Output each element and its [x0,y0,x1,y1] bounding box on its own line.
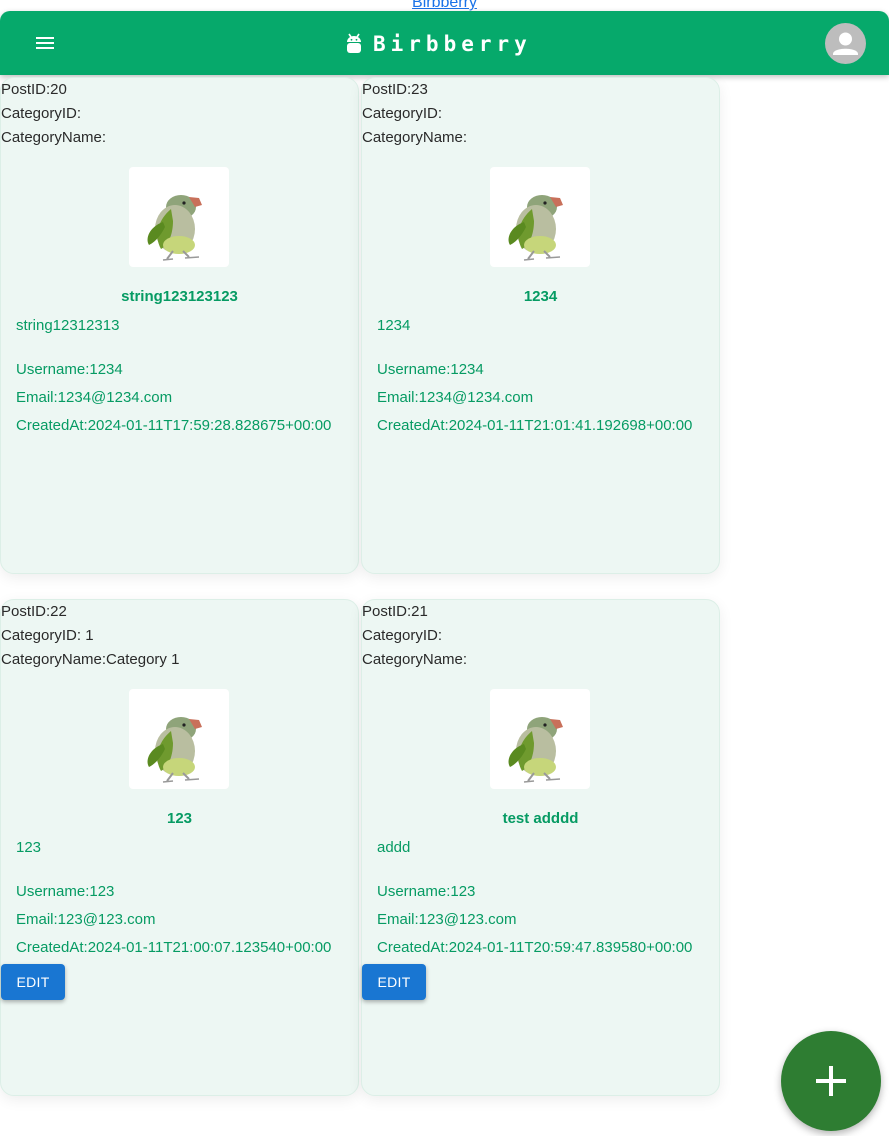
post-id: PostID:23 [362,81,428,98]
post-created-at: CreatedAt:2024-01-11T20:59:47.839580+00:… [377,939,693,956]
category-id: CategoryID: 1 [1,627,94,644]
post-body: 123 [16,839,42,856]
post-body: string12312313 [16,317,120,334]
post-created-at: CreatedAt:2024-01-11T17:59:28.828675+00:… [16,417,332,434]
post-username: Username:1234 [16,361,123,378]
post-id: PostID:20 [1,81,67,98]
post-body: 1234 [377,317,411,334]
brand: Birbberry [345,30,532,58]
post-title: 123 [166,810,193,827]
post-image [129,167,229,267]
post-card: PostID:22 CategoryID: 1 CategoryName:Cat… [0,599,359,1096]
post-image [129,689,229,789]
post-image [490,167,590,267]
post-title: 1234 [523,288,558,305]
post-username: Username:1234 [377,361,484,378]
post-created-at: CreatedAt:2024-01-11T21:00:07.123540+00:… [16,939,332,956]
category-id: CategoryID: [1,105,82,122]
post-created-at: CreatedAt:2024-01-11T21:01:41.192698+00:… [377,417,693,434]
post-card: PostID:21 CategoryID: CategoryName: test… [361,599,720,1096]
post-id: PostID:22 [1,603,67,620]
post-email: Email:123@123.com [377,911,517,928]
category-name: CategoryName: [362,129,468,146]
post-body: addd [377,839,411,856]
post-email: Email:1234@1234.com [16,389,173,406]
plus-icon[interactable] [781,1031,881,1131]
post-username: Username:123 [16,883,115,900]
post-username: Username:123 [377,883,476,900]
post-email: Email:123@123.com [16,911,156,928]
person-icon[interactable] [825,23,866,64]
category-name: CategoryName:Category 1 [1,651,180,668]
brand-title: Birbberry [373,32,532,56]
android-icon [347,33,361,53]
post-image [490,689,590,789]
menu-icon[interactable] [28,29,62,57]
category-name: CategoryName: [362,651,468,668]
post-id: PostID:21 [362,603,428,620]
post-card: PostID:23 CategoryID: CategoryName: 1234… [361,77,720,574]
category-id: CategoryID: [362,105,443,122]
edit-button[interactable]: EDIT [1,964,65,1000]
post-email: Email:1234@1234.com [377,389,534,406]
post-title: string123123123 [121,288,238,305]
edit-button[interactable]: EDIT [362,964,426,1000]
app-bar: Birbberry [0,11,889,75]
category-name: CategoryName: [1,129,107,146]
category-id: CategoryID: [362,627,443,644]
post-title: test adddd [502,810,579,827]
post-card: PostID:20 CategoryID: CategoryName: stri… [0,77,359,574]
